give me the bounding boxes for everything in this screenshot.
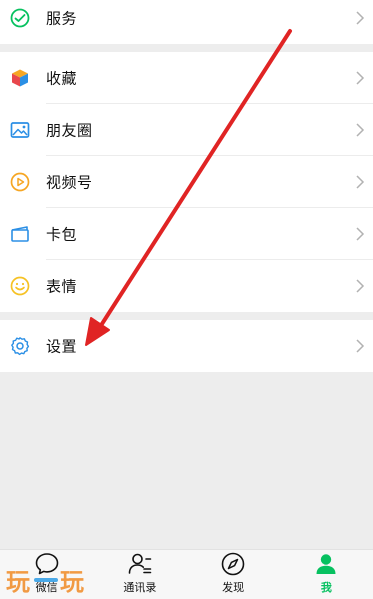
menu-group-settings: 设置 [0, 320, 373, 372]
chevron-right-icon [356, 11, 365, 25]
svg-text:玩: 玩 [60, 568, 84, 596]
watermark-logo: 玩 玩 [6, 568, 84, 596]
menu-item-label: 设置 [46, 337, 78, 356]
menu-item-moments[interactable]: 朋友圈 [0, 104, 373, 156]
tab-label: 发现 [222, 581, 245, 594]
menu-item-label: 服务 [46, 9, 78, 28]
chevron-right-icon [356, 279, 365, 293]
channels-play-icon [10, 172, 30, 192]
tab-discover[interactable]: 发现 [187, 550, 280, 599]
gear-icon [11, 337, 30, 356]
menu-item-label: 视频号 [46, 173, 93, 192]
wechat-pay-icon [10, 8, 30, 28]
contacts-icon [128, 553, 152, 574]
chevron-right-icon [356, 123, 365, 137]
menu-item-settings[interactable]: 设置 [0, 320, 373, 372]
menu-group-services: 服务 [0, 0, 373, 44]
chevron-right-icon [356, 175, 365, 189]
chevron-right-icon [356, 227, 365, 241]
menu-group-main: 收藏 朋友圈 视频号 卡包 表情 [0, 52, 373, 312]
moments-photo-icon [10, 122, 30, 138]
svg-text:玩: 玩 [6, 568, 30, 596]
menu-item-card-wallet[interactable]: 卡包 [0, 208, 373, 260]
chevron-right-icon [356, 339, 365, 353]
chevron-right-icon [356, 71, 365, 85]
favorites-cube-icon [12, 69, 28, 87]
menu-item-services[interactable]: 服务 [0, 0, 373, 44]
sticker-smile-icon [10, 276, 30, 296]
menu-item-stickers[interactable]: 表情 [0, 260, 373, 312]
tab-label: 我 [320, 581, 332, 594]
tab-me[interactable]: 我 [280, 550, 373, 599]
menu-item-favorites[interactable]: 收藏 [0, 52, 373, 104]
person-icon [316, 554, 336, 574]
compass-icon [221, 552, 245, 576]
menu-item-channels[interactable]: 视频号 [0, 156, 373, 208]
tab-label: 通讯录 [123, 581, 157, 594]
card-wallet-icon [11, 226, 29, 242]
menu-item-label: 表情 [46, 277, 78, 296]
menu-item-label: 卡包 [46, 225, 78, 244]
menu-item-label: 朋友圈 [46, 121, 93, 140]
menu-item-label: 收藏 [46, 69, 78, 88]
tab-contacts[interactable]: 通讯录 [93, 550, 186, 599]
